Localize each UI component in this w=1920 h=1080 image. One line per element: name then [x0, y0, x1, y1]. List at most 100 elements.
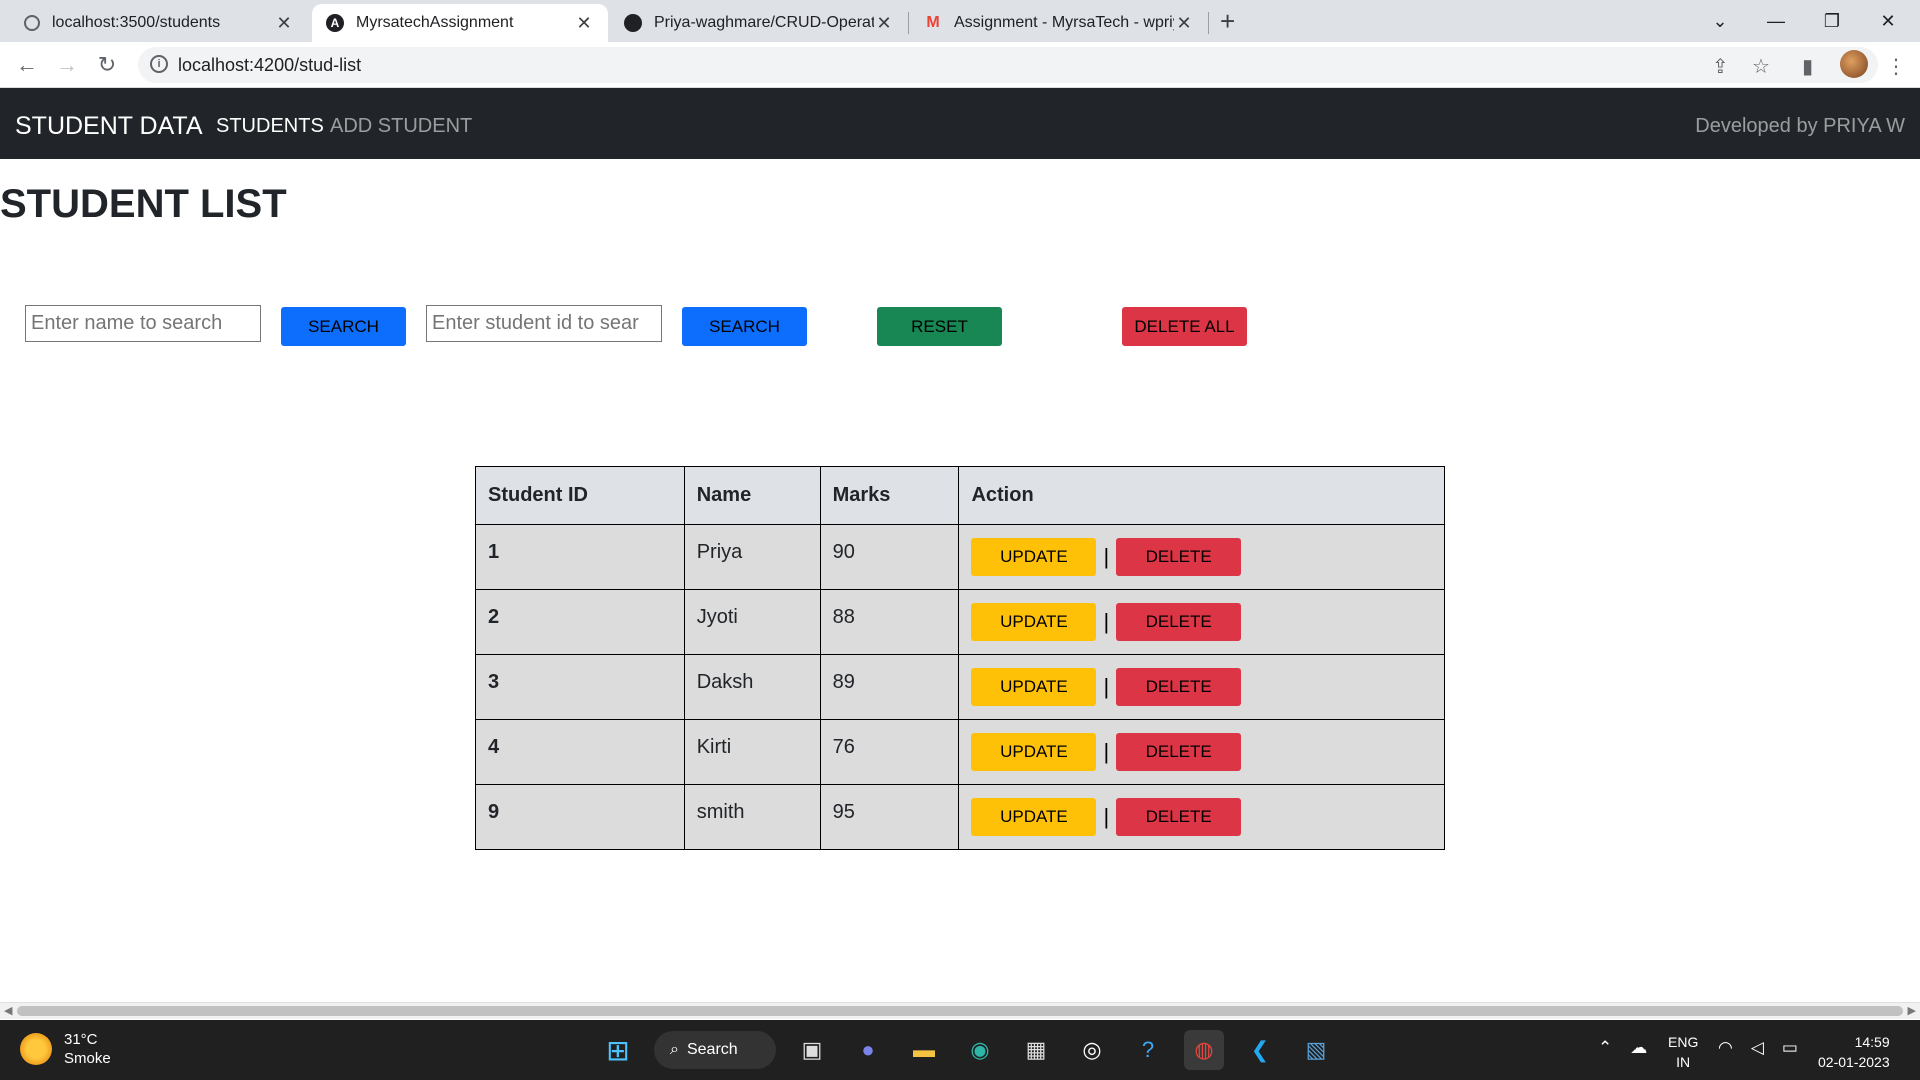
globe-icon: [24, 15, 40, 31]
page-title: STUDENT LIST: [0, 182, 287, 226]
delete-button[interactable]: DELETE: [1116, 603, 1242, 641]
id-search-input[interactable]: [426, 305, 662, 342]
minimize-icon[interactable]: —: [1748, 0, 1804, 42]
table-row: 9 smith 95 UPDATE | DELETE: [475, 784, 1445, 850]
browser-tab[interactable]: M Assignment - MyrsaTech - wpriya ✕: [910, 4, 1208, 42]
store-icon[interactable]: ▦: [1016, 1030, 1056, 1070]
bookmark-star-icon[interactable]: ☆: [1752, 54, 1770, 79]
browser-tab-active[interactable]: A MyrsatechAssignment ✕: [312, 4, 608, 42]
scroll-right-icon[interactable]: ▶: [1908, 1004, 1916, 1017]
tab-divider: [1208, 12, 1209, 34]
lang-region: IN: [1676, 1054, 1691, 1070]
header-student-id: Student ID: [475, 466, 685, 525]
clock[interactable]: 14:59 02-01-2023: [1818, 1032, 1890, 1072]
browser-tab[interactable]: localhost:3500/students ✕: [10, 4, 308, 42]
student-table-container: Student ID Name Marks Action 1 Priya 90 UPD…: [475, 466, 1445, 850]
student-table: Student ID Name Marks Action 1 Priya 90 UPD…: [475, 466, 1445, 850]
window-close-icon[interactable]: ✕: [1860, 0, 1916, 42]
update-button[interactable]: UPDATE: [971, 733, 1097, 771]
delete-button[interactable]: DELETE: [1116, 538, 1242, 576]
task-view-icon[interactable]: ▣: [792, 1030, 832, 1070]
github-desktop-icon[interactable]: ◎: [1072, 1030, 1112, 1070]
cell-marks: 89: [819, 654, 960, 720]
delete-button[interactable]: DELETE: [1116, 733, 1242, 771]
weather-temp: 31°C: [64, 1031, 98, 1048]
cell-student-id: 3: [475, 654, 685, 720]
file-explorer-icon[interactable]: ▬: [904, 1030, 944, 1070]
side-panel-icon[interactable]: ▮: [1802, 54, 1813, 79]
cell-name: smith: [683, 784, 821, 850]
app-navbar: STUDENT DATA STUDENTS ADD STUDENT Develo…: [0, 88, 1920, 159]
lang-primary: ENG: [1668, 1034, 1699, 1050]
back-icon[interactable]: ←: [12, 50, 42, 80]
browser-tab[interactable]: Priya-waghmare/CRUD-Operatio ✕: [610, 4, 908, 42]
cell-action: UPDATE | DELETE: [958, 784, 1445, 850]
new-tab-icon[interactable]: +: [1220, 6, 1235, 37]
browser-toolbar: ← → ↻ i localhost:4200/stud-list ⇪ ☆ ▮ ⋮: [0, 42, 1920, 88]
nav-add-student-link[interactable]: ADD STUDENT: [330, 115, 472, 138]
url-text: localhost:4200/stud-list: [178, 55, 362, 75]
taskbar-search[interactable]: ⌕ Search: [654, 1031, 776, 1069]
onedrive-icon[interactable]: ☁: [1630, 1038, 1647, 1058]
cell-marks: 90: [819, 524, 960, 590]
cell-action: UPDATE | DELETE: [958, 589, 1445, 655]
edge-icon[interactable]: ◉: [960, 1030, 1000, 1070]
cell-action: UPDATE | DELETE: [958, 719, 1445, 785]
action-separator: |: [1103, 804, 1110, 829]
scroll-left-icon[interactable]: ◀: [4, 1004, 12, 1017]
id-search-button[interactable]: SEARCH: [682, 307, 807, 346]
menu-kebab-icon[interactable]: ⋮: [1886, 54, 1906, 79]
cell-name: Daksh: [683, 654, 821, 720]
tab-title: Assignment - MyrsaTech - wpriya: [954, 14, 1174, 31]
delete-button[interactable]: DELETE: [1116, 668, 1242, 706]
windows-start-icon[interactable]: ⊞: [598, 1030, 638, 1070]
close-icon[interactable]: ✕: [574, 13, 594, 34]
delete-all-button[interactable]: DELETE ALL: [1122, 307, 1247, 346]
weather-condition: Smoke: [64, 1050, 111, 1067]
close-icon[interactable]: ✕: [874, 13, 894, 34]
scrollbar-thumb[interactable]: [17, 1006, 1903, 1016]
weather-widget[interactable]: 31°C Smoke: [20, 1030, 111, 1068]
update-button[interactable]: UPDATE: [971, 603, 1097, 641]
update-button[interactable]: UPDATE: [971, 668, 1097, 706]
action-separator: |: [1103, 609, 1110, 634]
tab-search-icon[interactable]: ⌄: [1692, 0, 1748, 42]
cell-name: Priya: [683, 524, 821, 590]
profile-avatar[interactable]: [1840, 50, 1868, 78]
reload-icon[interactable]: ↻: [92, 50, 122, 80]
tray-overflow-icon[interactable]: ⌃: [1598, 1038, 1612, 1058]
cell-name: Jyoti: [683, 589, 821, 655]
close-icon[interactable]: ✕: [1174, 13, 1194, 34]
cell-marks: 88: [819, 589, 960, 655]
forward-icon[interactable]: →: [52, 50, 82, 80]
header-name: Name: [683, 466, 821, 525]
update-button[interactable]: UPDATE: [971, 798, 1097, 836]
chrome-icon[interactable]: ◍: [1184, 1030, 1224, 1070]
developer-credit: Developed by PRIYA W: [1695, 115, 1905, 137]
gmail-icon: M: [926, 14, 940, 31]
horizontal-scrollbar[interactable]: ◀ ▶: [0, 1002, 1920, 1019]
cell-student-id: 1: [475, 524, 685, 590]
help-icon[interactable]: ?: [1128, 1030, 1168, 1070]
close-icon[interactable]: ✕: [274, 13, 294, 34]
clock-date: 02-01-2023: [1818, 1054, 1890, 1070]
status-icons[interactable]: ◠ ◁ ▭: [1718, 1038, 1798, 1058]
github-icon: [624, 14, 642, 32]
address-bar[interactable]: i localhost:4200/stud-list: [138, 47, 1878, 83]
restore-icon[interactable]: ❐: [1804, 0, 1860, 42]
tab-title: MyrsatechAssignment: [356, 14, 514, 31]
name-search-button[interactable]: SEARCH: [281, 307, 406, 346]
vscode-icon[interactable]: ❮: [1240, 1030, 1280, 1070]
mysql-workbench-icon[interactable]: ▧: [1296, 1030, 1336, 1070]
teams-chat-icon[interactable]: ●: [848, 1030, 888, 1070]
update-button[interactable]: UPDATE: [971, 538, 1097, 576]
navbar-brand[interactable]: STUDENT DATA: [15, 112, 203, 141]
action-separator: |: [1103, 674, 1110, 699]
language-indicator[interactable]: ENG IN: [1668, 1032, 1698, 1072]
share-icon[interactable]: ⇪: [1712, 54, 1729, 79]
reset-button[interactable]: RESET: [877, 307, 1002, 346]
name-search-input[interactable]: [25, 305, 261, 342]
nav-students-link[interactable]: STUDENTS: [216, 115, 324, 138]
site-info-icon[interactable]: i: [150, 55, 168, 73]
delete-button[interactable]: DELETE: [1116, 798, 1242, 836]
